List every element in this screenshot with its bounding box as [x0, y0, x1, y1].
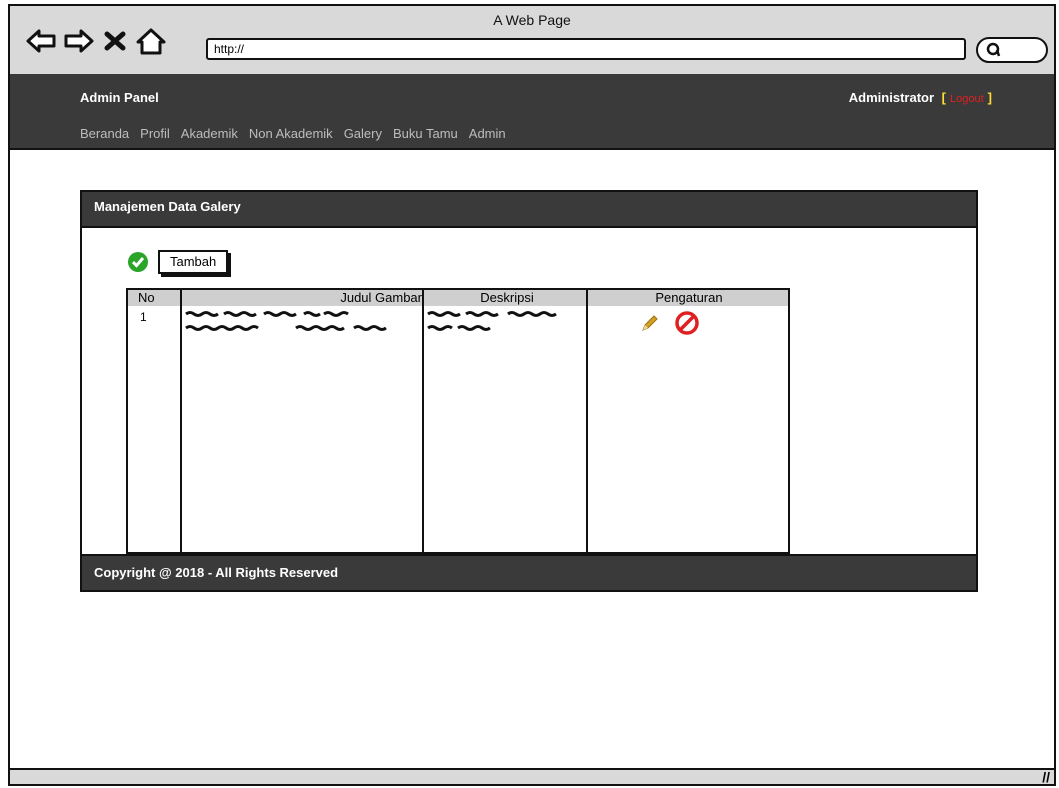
- table-header: No Judul Gambar Deskripsi Pengaturan: [128, 290, 788, 306]
- gallery-table: No Judul Gambar Deskripsi Pengaturan 1: [126, 288, 790, 554]
- title-scribble: [185, 311, 387, 331]
- column-divider: [180, 290, 182, 552]
- panel-footer: Copyright @ 2018 - All Rights Reserved: [82, 554, 976, 590]
- user-area: Administrator [ Logout]: [849, 90, 996, 105]
- menu-item-profil[interactable]: Profil: [140, 126, 170, 141]
- menu-item-buku-tamu[interactable]: Buku Tamu: [393, 126, 458, 141]
- column-divider: [422, 290, 424, 552]
- row-number: 1: [140, 310, 147, 324]
- search-icon: [986, 42, 1001, 57]
- column-divider: [586, 290, 588, 552]
- admin-header: Admin Panel Administrator [ Logout] Beran…: [10, 74, 1054, 150]
- delete-icon[interactable]: [674, 310, 700, 336]
- logout-link[interactable]: Logout: [950, 93, 984, 105]
- header-no: No: [138, 290, 155, 305]
- user-name: Administrator: [848, 90, 935, 105]
- forward-icon[interactable]: [62, 26, 96, 56]
- header-pengaturan: Pengaturan: [655, 290, 723, 305]
- browser-chrome: A Web Page http://: [10, 6, 1054, 76]
- resize-grip-icon[interactable]: //: [1042, 770, 1050, 784]
- bracket-open: [: [941, 90, 946, 105]
- header-judul-gambar: Judul Gambar: [340, 290, 422, 305]
- row-actions: [640, 310, 700, 336]
- panel-title: Manajemen Data Galery: [82, 192, 976, 228]
- main-menu: Beranda Profil Akademik Non Akademik Gal…: [80, 126, 517, 141]
- menu-item-non-akademik[interactable]: Non Akademik: [249, 126, 333, 141]
- url-input[interactable]: http://: [206, 38, 966, 60]
- browser-window: A Web Page http:// Admin Panel Administr…: [8, 4, 1056, 786]
- add-button[interactable]: Tambah: [158, 250, 229, 274]
- description-scribble: [427, 311, 557, 331]
- menu-item-admin[interactable]: Admin: [469, 126, 506, 141]
- menu-item-akademik[interactable]: Akademik: [181, 126, 238, 141]
- close-icon[interactable]: [100, 26, 130, 56]
- header-deskripsi: Deskripsi: [480, 290, 534, 305]
- home-icon[interactable]: [134, 26, 168, 56]
- menu-item-galery[interactable]: Galery: [344, 126, 382, 141]
- add-row: Tambah: [128, 250, 229, 274]
- menu-item-beranda[interactable]: Beranda: [80, 126, 129, 141]
- edit-icon[interactable]: [640, 313, 660, 333]
- gallery-panel: Manajemen Data Galery Tambah No Judul Ga…: [80, 190, 978, 592]
- search-button[interactable]: [976, 37, 1048, 63]
- check-icon[interactable]: [128, 252, 148, 272]
- bracket-close: ]: [987, 90, 992, 105]
- status-bar: //: [10, 768, 1054, 784]
- back-icon[interactable]: [24, 26, 58, 56]
- brand-title: Admin Panel: [80, 90, 159, 105]
